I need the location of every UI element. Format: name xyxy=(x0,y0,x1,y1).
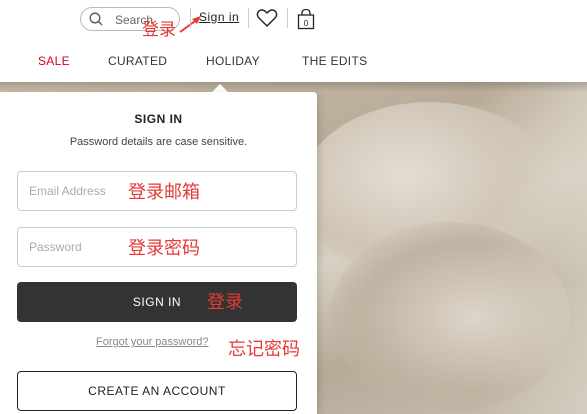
panel-title: SIGN IN xyxy=(134,112,183,126)
heart-icon[interactable] xyxy=(256,8,278,28)
annotation-email: 登录邮箱 xyxy=(128,182,200,203)
bag-count: 0 xyxy=(304,19,309,28)
sign-in-button[interactable]: SIGN IN xyxy=(17,282,297,322)
nav-item-the-edits[interactable]: THE EDITS xyxy=(302,54,367,68)
header-divider xyxy=(287,8,288,28)
site-header: Search 登录 Sign in 0 SALE CURATED HOLIDAY… xyxy=(0,0,587,82)
annotation-signin-button: 登录 xyxy=(207,292,243,313)
forgot-password-link[interactable]: Forgot your password? xyxy=(96,336,209,348)
nav-item-curated[interactable]: CURATED xyxy=(108,54,167,68)
sign-in-panel: SIGN IN Password details are case sensit… xyxy=(0,92,317,414)
annotation-signin: 登录 xyxy=(142,20,176,40)
nav-item-holiday[interactable]: HOLIDAY xyxy=(206,54,260,68)
main-nav: SALE CURATED HOLIDAY THE EDITS xyxy=(0,54,587,74)
panel-subtitle: Password details are case sensitive. xyxy=(69,136,248,148)
sign-in-link[interactable]: Sign in xyxy=(199,10,239,24)
shopping-bag-icon[interactable]: 0 xyxy=(296,8,316,30)
search-icon xyxy=(89,12,103,26)
nav-item-sale[interactable]: SALE xyxy=(38,54,70,68)
dropdown-caret xyxy=(212,84,228,92)
create-account-button[interactable]: CREATE AN ACCOUNT xyxy=(17,371,297,411)
header-divider xyxy=(190,8,191,28)
header-divider xyxy=(248,8,249,28)
annotation-forgot: 忘记密码 xyxy=(228,339,300,360)
annotation-password: 登录密码 xyxy=(128,238,200,259)
